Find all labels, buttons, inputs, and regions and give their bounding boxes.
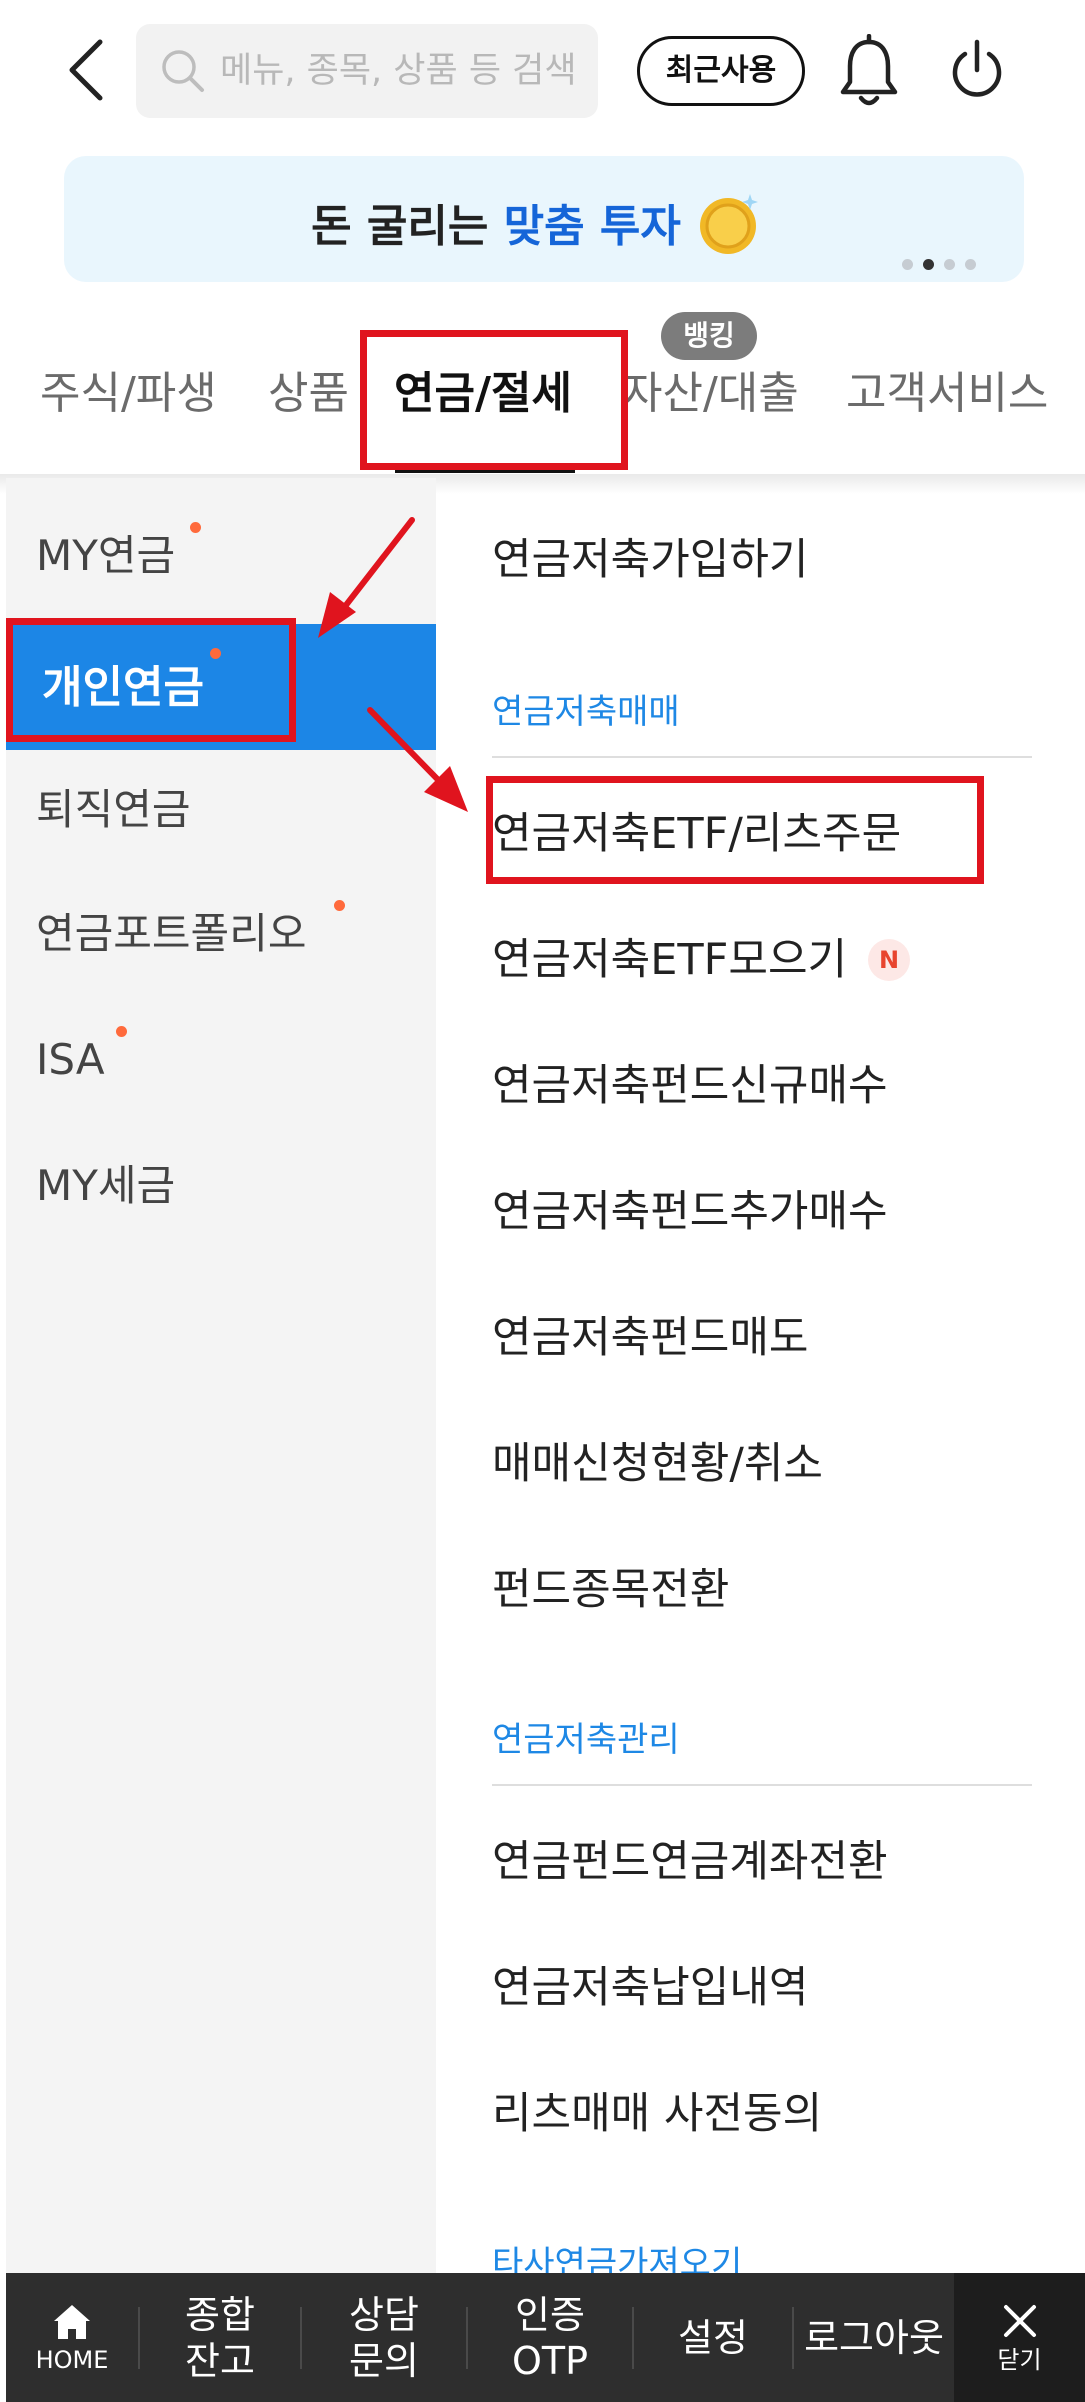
red-arrow-icon	[318, 517, 415, 638]
bottom-item-line1: 상담	[349, 2292, 419, 2337]
bottom-item-line1: 로그아웃	[804, 2315, 944, 2360]
home-icon	[54, 2304, 90, 2339]
bottom-total-balance-button[interactable]: 종합 잔고	[140, 2273, 300, 2402]
bottom-item-line1: 인증	[515, 2292, 585, 2337]
bottom-close-button[interactable]: 닫기	[954, 2273, 1085, 2402]
bottom-item-line1: 종합	[185, 2292, 255, 2337]
bottom-navigation-bar: HOME 종합 잔고 상담 문의 인증 OTP 설정 로그아웃 닫기	[6, 2273, 1085, 2402]
close-label: 닫기	[997, 2345, 1042, 2374]
bottom-item-line1: 설정	[678, 2315, 748, 2360]
home-label: HOME	[35, 2345, 109, 2374]
bottom-item-line2: 문의	[349, 2338, 419, 2383]
bottom-item-line2: 잔고	[185, 2338, 255, 2383]
bottom-item-line2: OTP	[511, 2338, 589, 2383]
red-arrow-icon	[367, 707, 468, 812]
bottom-consultation-button[interactable]: 상담 문의	[302, 2273, 466, 2402]
bottom-auth-otp-button[interactable]: 인증 OTP	[468, 2273, 632, 2402]
bottom-home-button[interactable]: HOME	[6, 2273, 138, 2402]
close-icon	[1003, 2304, 1036, 2337]
bottom-logout-button[interactable]: 로그아웃	[794, 2273, 954, 2402]
bottom-settings-button[interactable]: 설정	[634, 2273, 792, 2402]
annotation-arrows	[318, 517, 468, 812]
